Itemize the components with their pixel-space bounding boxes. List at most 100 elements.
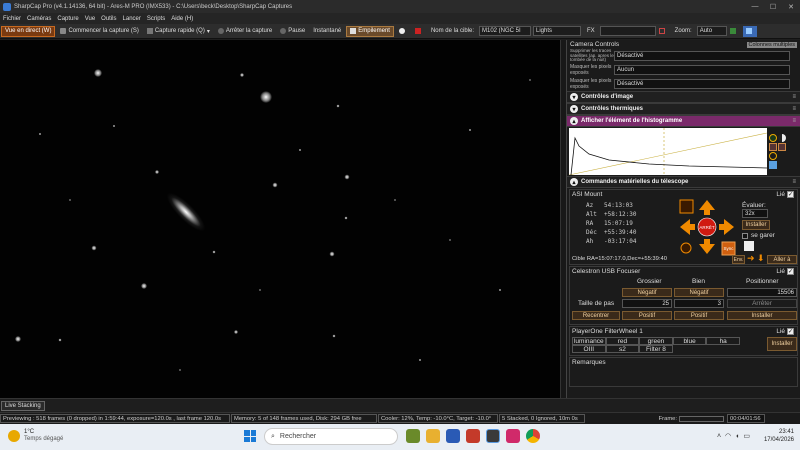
fx-select[interactable]	[599, 26, 656, 36]
stack-button[interactable]: Empilement	[346, 25, 394, 37]
menu-capture[interactable]: Capture	[57, 16, 78, 22]
filterwheel-linked-checkbox[interactable]: ✓	[787, 328, 794, 335]
live-view-button[interactable]: Vue en direct (W)	[1, 25, 56, 37]
fine-step-input[interactable]: 3	[674, 299, 724, 308]
menu-tools[interactable]: Outils	[101, 16, 116, 22]
stop-capture-button[interactable]: Arrêter la capture	[215, 26, 275, 37]
clock[interactable]: 23:41 17/04/2026	[764, 428, 794, 444]
satellite-trails-select[interactable]: Désactivé	[614, 51, 790, 61]
spiral-icon[interactable]	[679, 199, 694, 214]
lock-icon[interactable]	[778, 143, 786, 151]
sharpcap-icon[interactable]	[486, 429, 500, 443]
filterwheel-install-button[interactable]: Installer	[767, 337, 797, 351]
close-button[interactable]: ✕	[782, 0, 800, 13]
menu-icon[interactable]: ≡	[792, 179, 796, 185]
menu-icon[interactable]: ≡	[792, 118, 796, 124]
menu-icon[interactable]: ≡	[792, 106, 796, 112]
position-input[interactable]: 15506	[727, 288, 797, 297]
coarse-positive-button[interactable]: Positif	[622, 311, 672, 320]
filter-luminance[interactable]: luminance	[572, 337, 606, 345]
wifi-icon[interactable]: ◠	[725, 432, 731, 440]
arrow-down-icon[interactable]: ⬇	[757, 254, 765, 263]
arrow-down-button[interactable]	[699, 244, 715, 254]
folder-icon[interactable]	[426, 429, 440, 443]
quick-capture-button[interactable]: Capture rapide (Q) ▾	[144, 26, 213, 37]
start-capture-button[interactable]: Commencer la capture (S)	[57, 26, 141, 37]
hide-pixels-select[interactable]: Désactivé	[614, 79, 790, 89]
shuffle-icon[interactable]	[769, 143, 777, 151]
arrow-left-button[interactable]	[680, 219, 690, 235]
chart-icon[interactable]	[727, 26, 741, 37]
info-icon[interactable]	[769, 134, 777, 142]
arrow-right-button[interactable]	[724, 219, 734, 235]
image-controls-section[interactable]: ▾ Contrôles d'image ≡	[567, 91, 800, 103]
filter-green[interactable]: green	[639, 337, 673, 345]
contrast-icon[interactable]	[778, 134, 786, 142]
menu-scripts[interactable]: Scripts	[147, 16, 165, 22]
coarse-step-input[interactable]: 25	[622, 299, 672, 308]
env-button[interactable]: Env.	[732, 255, 745, 264]
menu-file[interactable]: Fichier	[3, 16, 21, 22]
coarse-negative-button[interactable]: Négatif	[622, 288, 672, 297]
filter-oiii[interactable]: OIII	[572, 345, 606, 353]
goto-button[interactable]: Aller à	[767, 255, 797, 264]
recenter-button[interactable]: Recentrer	[572, 311, 620, 320]
pause-button[interactable]: Pause	[277, 26, 308, 37]
focuser-stop-button[interactable]: Arrêter	[727, 299, 797, 308]
app-icon[interactable]	[466, 429, 480, 443]
save-icon[interactable]	[769, 161, 777, 169]
filter-ha[interactable]: ha	[706, 337, 740, 345]
mount-install-button[interactable]: Installer	[742, 220, 770, 230]
menu-icon[interactable]: ≡	[792, 94, 796, 100]
record-toggle[interactable]	[396, 26, 410, 37]
search-box[interactable]: ⌕ Rechercher	[264, 428, 398, 445]
chrome-icon[interactable]	[526, 429, 540, 443]
app-icon[interactable]	[506, 429, 520, 443]
histogram-section[interactable]: ▴ Afficher l'élément de l'histogramme ≡	[567, 115, 800, 127]
filter-red[interactable]: red	[605, 337, 640, 345]
settings-icon[interactable]	[742, 25, 757, 37]
volume-icon[interactable]: ◖	[735, 433, 739, 440]
weather-temperature: 1°C	[24, 429, 35, 435]
telescope-section[interactable]: ▴ Commandes matérielles du télescope ≡	[567, 176, 800, 188]
arrow-right-icon[interactable]: ➜	[747, 254, 755, 263]
menu-cameras[interactable]: Caméras	[27, 16, 51, 22]
reset-icon[interactable]	[769, 152, 777, 160]
chevron-up-icon[interactable]: ˄	[717, 433, 721, 440]
fine-positive-button[interactable]: Positif	[674, 311, 724, 320]
weather-widget[interactable]: 1°C Temps dégagé	[8, 429, 63, 443]
focuser-install-button[interactable]: Installer	[727, 311, 797, 320]
battery-icon[interactable]: ▭	[743, 432, 750, 440]
frame-type-select[interactable]: Lights	[533, 26, 581, 36]
histogram-stretch-icon[interactable]	[656, 26, 670, 37]
fine-negative-button[interactable]: Négatif	[674, 288, 724, 297]
live-stacking-tab[interactable]: Live Stacking	[1, 401, 45, 411]
menu-launch[interactable]: Lancer	[123, 16, 141, 22]
mount-linked-checkbox[interactable]: ✓	[787, 191, 794, 198]
crosshair-icon[interactable]	[680, 242, 692, 254]
park-checkbox[interactable]	[742, 233, 748, 239]
filter-8[interactable]: Filter 8	[639, 345, 673, 353]
snapshot-button[interactable]: Instantané	[310, 26, 344, 37]
image-viewer[interactable]	[0, 40, 560, 398]
filter-s2[interactable]: s2	[605, 345, 640, 353]
rate-select[interactable]: 32x	[742, 209, 768, 218]
arrow-up-button[interactable]	[699, 200, 715, 210]
reticle-toggle[interactable]	[412, 26, 426, 37]
minimize-button[interactable]: —	[746, 0, 764, 13]
menu-help[interactable]: Aide (H)	[171, 16, 193, 22]
app-icon[interactable]	[406, 429, 420, 443]
focuser-linked-checkbox[interactable]: ✓	[787, 268, 794, 275]
zoom-select[interactable]: Auto	[696, 26, 727, 36]
target-name-input[interactable]: M102 (NGC 5I	[479, 26, 531, 36]
histogram-plot[interactable]	[569, 128, 767, 175]
start-button[interactable]	[244, 430, 256, 442]
filter-blue[interactable]: blue	[672, 337, 707, 345]
grid-icon[interactable]	[744, 241, 754, 251]
maximize-button[interactable]: ☐	[764, 0, 782, 13]
app-icon[interactable]	[446, 429, 460, 443]
mask-select[interactable]: Aucun	[614, 65, 790, 75]
thermal-controls-section[interactable]: ▾ Contrôles thermiques ≡	[567, 103, 800, 115]
menu-view[interactable]: Vue	[85, 16, 95, 22]
multi-columns-toggle[interactable]: Colonnes multiples	[746, 41, 797, 48]
